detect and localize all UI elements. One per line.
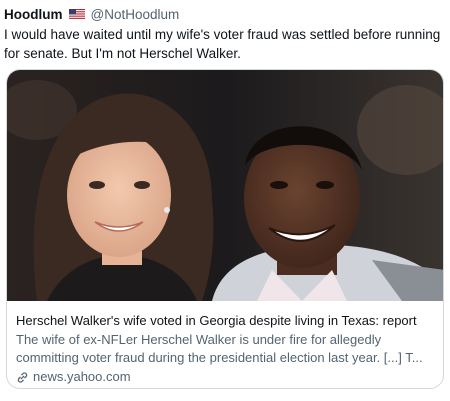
card-body: Herschel Walker's wife voted in Georgia …	[16, 312, 438, 386]
link-icon	[17, 371, 28, 383]
tweet-text: I would have waited until my wife's vote…	[4, 27, 441, 61]
display-name[interactable]: Hoodlum	[4, 7, 63, 22]
card-image[interactable]	[7, 70, 444, 301]
card-description: The wife of ex-NFLer Herschel Walker is …	[16, 332, 423, 365]
card-title[interactable]: Herschel Walker's wife voted in Georgia …	[16, 312, 438, 330]
source-domain: news.yahoo.com	[33, 369, 131, 384]
us-flag-icon	[68, 8, 85, 20]
tweet-header: Hoodlum @NotHoodlum	[4, 5, 179, 23]
link-card[interactable]: Herschel Walker's wife voted in Georgia …	[6, 69, 444, 389]
user-handle[interactable]: @NotHoodlum	[91, 7, 180, 22]
card-source[interactable]: news.yahoo.com	[16, 368, 438, 386]
